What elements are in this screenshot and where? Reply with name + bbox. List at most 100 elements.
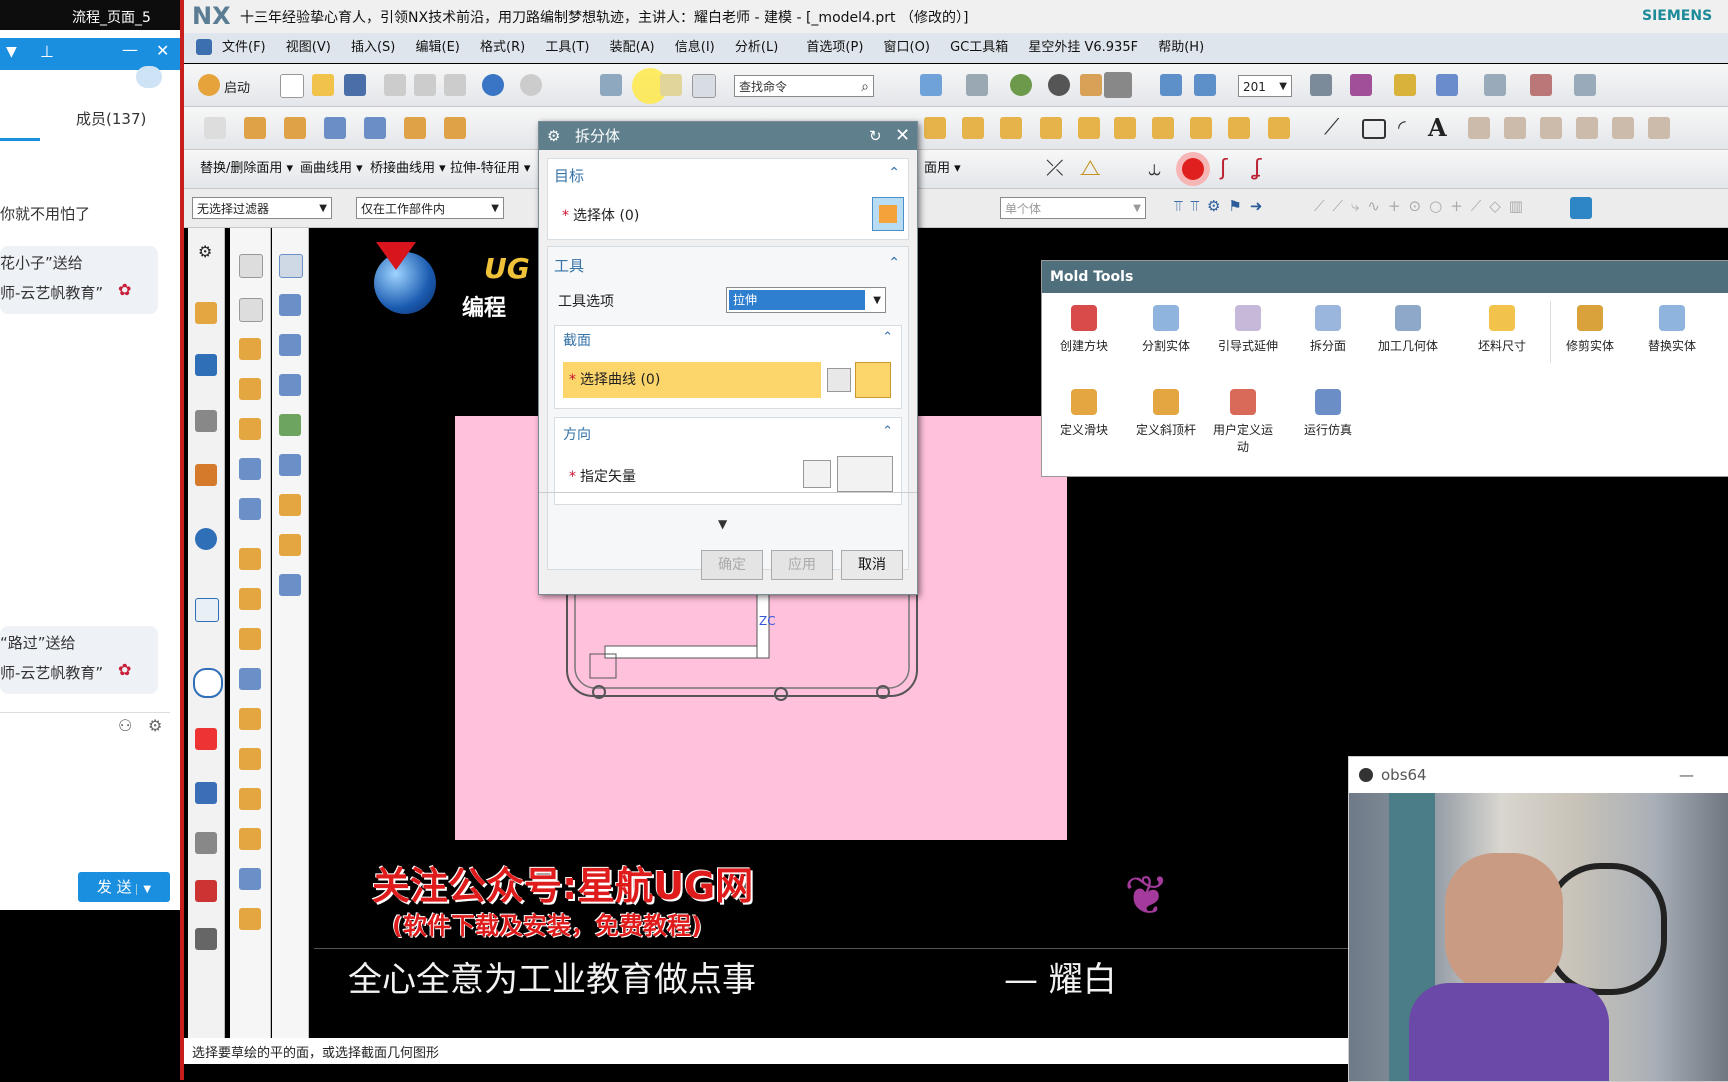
section-header[interactable]: 截面 xyxy=(563,330,591,350)
menu-insert[interactable]: 插入(S) xyxy=(343,33,403,63)
cut-icon[interactable] xyxy=(384,74,406,96)
grid-icon[interactable] xyxy=(1310,74,1332,96)
collapse-icon[interactable]: ⌃ xyxy=(888,255,900,271)
menu-info[interactable]: 信息(I) xyxy=(667,33,723,63)
part-nav-icon[interactable] xyxy=(195,410,217,432)
define-slider-button[interactable]: 定义滑块 xyxy=(1044,389,1124,438)
group-extrude-feature[interactable]: 拉伸-特征用 ▾ xyxy=(450,150,530,188)
run-simulation-button[interactable]: 运行仿真 xyxy=(1288,389,1368,438)
measure-icon[interactable] xyxy=(1484,74,1506,96)
pattern-icon[interactable] xyxy=(1268,117,1290,139)
circle-icon[interactable] xyxy=(1182,158,1204,180)
wrench-icon[interactable] xyxy=(1570,197,1592,219)
trim-solid-button[interactable]: 修剪实体 xyxy=(1550,305,1630,354)
tool-icon[interactable] xyxy=(279,374,301,396)
history-icon[interactable] xyxy=(193,668,223,698)
tool-icon[interactable] xyxy=(279,254,303,278)
tool-icon[interactable] xyxy=(279,494,301,516)
info-icon[interactable] xyxy=(195,528,217,550)
move-icon[interactable] xyxy=(692,74,716,98)
tool-icon[interactable] xyxy=(239,708,261,730)
intersect-icon[interactable] xyxy=(1000,117,1022,139)
system-material-icon[interactable] xyxy=(195,880,217,902)
tool-icon[interactable] xyxy=(239,748,261,770)
body-rule-select[interactable]: 单个体 ▼ xyxy=(1000,197,1146,219)
type-filter-select[interactable]: 无选择过滤器 ▼ xyxy=(192,197,332,219)
section-icon[interactable] xyxy=(1048,74,1070,96)
tool-icon[interactable] xyxy=(279,414,301,436)
tool-option-select[interactable]: 拉伸 ▼ xyxy=(726,287,886,313)
bridge-icon[interactable] xyxy=(1540,117,1562,139)
tool-icon[interactable] xyxy=(279,334,301,356)
copy-icon[interactable] xyxy=(414,74,436,96)
select-curve-field[interactable]: * 选择曲线 (0) xyxy=(563,362,821,398)
speaker-icon[interactable] xyxy=(136,66,162,88)
tool-icon[interactable] xyxy=(239,338,261,360)
project-icon[interactable] xyxy=(1576,117,1598,139)
tool-icon[interactable] xyxy=(239,628,261,650)
wcs-icon[interactable] xyxy=(1160,74,1182,96)
intersect-curve-icon[interactable] xyxy=(1612,117,1634,139)
tool-icon[interactable] xyxy=(239,908,261,930)
constraint-nav-icon[interactable] xyxy=(195,354,217,376)
render-icon[interactable] xyxy=(966,74,988,96)
reset-icon[interactable]: ↻ xyxy=(869,122,882,150)
collapse-icon[interactable]: ⌃ xyxy=(882,330,893,345)
csys-icon[interactable] xyxy=(1194,74,1216,96)
pocket-icon[interactable] xyxy=(404,117,426,139)
tool-icon[interactable] xyxy=(239,588,261,610)
menu-analysis[interactable]: 分析(L) xyxy=(727,33,786,63)
tool-icon[interactable] xyxy=(279,454,301,476)
ok-button[interactable]: 确定 xyxy=(701,550,763,580)
boss-icon[interactable] xyxy=(364,117,386,139)
gear-icon[interactable]: ⚙ xyxy=(547,122,560,150)
redo-icon[interactable] xyxy=(520,74,542,96)
menu-tools[interactable]: 工具(T) xyxy=(537,33,597,63)
block-icon[interactable] xyxy=(600,74,622,96)
menu-window[interactable]: 窗口(O) xyxy=(876,33,938,63)
dialog-title-bar[interactable]: ⚙ 拆分体 ↻ ✕ xyxy=(539,122,917,150)
user-icon[interactable]: ⚇ xyxy=(118,716,132,735)
tool-icon[interactable] xyxy=(239,254,263,278)
subtract-icon[interactable] xyxy=(962,117,984,139)
split-solid-button[interactable]: 分割实体 xyxy=(1126,305,1206,354)
cancel-button[interactable]: 取消 xyxy=(841,550,903,580)
target-header[interactable]: 目标 xyxy=(554,165,584,186)
layer-icon[interactable] xyxy=(1080,74,1102,96)
group-replace-delete-face[interactable]: 替换/删除面用 ▾ xyxy=(200,150,293,188)
draft-icon[interactable] xyxy=(1190,117,1212,139)
assembly-nav-icon[interactable] xyxy=(195,302,217,324)
tool-icon[interactable] xyxy=(279,574,301,596)
magic-icon[interactable] xyxy=(1394,74,1416,96)
open-icon[interactable] xyxy=(312,74,334,96)
vector-dialog-icon[interactable] xyxy=(837,456,893,492)
shade-icon[interactable] xyxy=(1010,74,1032,96)
pin-icon[interactable]: ⊥ xyxy=(40,42,54,61)
chevron-down-icon[interactable]: ▼ xyxy=(136,884,152,895)
new-icon[interactable] xyxy=(280,74,304,98)
process-icon[interactable] xyxy=(195,782,217,804)
close-icon[interactable]: ✕ xyxy=(156,41,169,60)
menu-help[interactable]: 帮助(H) xyxy=(1150,33,1212,63)
curve-icon[interactable] xyxy=(1468,117,1490,139)
tool-icon[interactable] xyxy=(239,868,261,890)
shell-icon[interactable] xyxy=(1228,117,1250,139)
menu-format[interactable]: 格式(R) xyxy=(472,33,533,63)
select-body-field[interactable]: * 选择体 (0) xyxy=(562,205,639,225)
tool-icon[interactable] xyxy=(660,74,682,96)
undo-icon[interactable] xyxy=(482,74,504,96)
menu-assembly[interactable]: 装配(A) xyxy=(602,33,663,63)
blend-icon[interactable] xyxy=(444,117,466,139)
mold-tools-title-bar[interactable]: Mold Tools xyxy=(1042,261,1728,293)
spline-icon[interactable]: ʃ xyxy=(1220,156,1227,181)
user-defined-motion-button[interactable]: 用户定义运动 xyxy=(1208,389,1278,455)
send-button[interactable]: 发 送 ▼ xyxy=(78,872,170,902)
curve-select-icon[interactable] xyxy=(855,362,891,398)
start-button[interactable]: 启动 xyxy=(224,77,250,96)
replace-solid-button[interactable]: 替换实体 xyxy=(1632,305,1712,354)
dimension-icon[interactable] xyxy=(1574,74,1596,96)
tool-icon[interactable] xyxy=(239,828,261,850)
menu-gc-toolbox[interactable]: GC工具箱 xyxy=(942,33,1016,63)
member-count[interactable]: 成员(137) xyxy=(76,108,146,129)
list-icon[interactable] xyxy=(195,928,217,950)
